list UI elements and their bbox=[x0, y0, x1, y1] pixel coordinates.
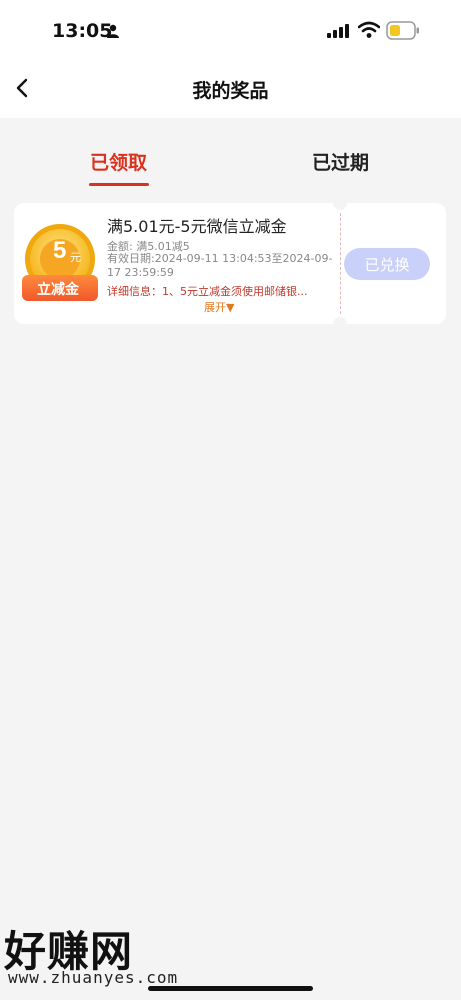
expand-button[interactable]: 展开▼ bbox=[204, 299, 234, 315]
coin-label: 立减金 bbox=[37, 282, 79, 298]
wifi-icon bbox=[358, 21, 380, 38]
page-title: 我的奖品 bbox=[192, 80, 269, 102]
tab-bar: 已领取 已过期 bbox=[0, 118, 461, 190]
coupon-card[interactable]: 5 元 立减金 满5.01元-5元微信立减金 金额: 满5.01减5 有效日期:… bbox=[14, 196, 446, 331]
coin-value: 5 bbox=[53, 237, 67, 264]
coupon-divider bbox=[340, 213, 341, 314]
watermark-url: www.zhuanyes.com bbox=[8, 968, 179, 987]
coupon-validity: 有效日期:2024-09-11 13:04:53至2024-09-17 23:5… bbox=[107, 252, 333, 279]
coupon-notch-top bbox=[333, 196, 347, 210]
redeemed-button[interactable]: 已兑换 bbox=[344, 248, 430, 280]
tab-expired[interactable]: 已过期 bbox=[312, 148, 369, 175]
tab-received[interactable]: 已领取 bbox=[90, 148, 147, 175]
top-area: 13:05 我的奖品 bbox=[0, 0, 461, 118]
nav-bar: 我的奖品 bbox=[0, 62, 461, 118]
coin-unit: 元 bbox=[70, 251, 81, 264]
battery-icon bbox=[386, 21, 419, 40]
status-time: 13:05 bbox=[52, 20, 113, 42]
person-icon bbox=[107, 24, 119, 38]
coin-badge: 5 元 立减金 bbox=[20, 223, 100, 305]
coupon-detail: 详细信息：1、5元立减金须使用邮储银... bbox=[107, 285, 308, 298]
watermark: 好赚网 www.zhuanyes.com bbox=[4, 918, 204, 990]
coupon-title: 满5.01元-5元微信立减金 bbox=[107, 217, 287, 236]
coupon-notch-bottom bbox=[333, 317, 347, 331]
active-tab-underline bbox=[89, 183, 149, 186]
home-indicator[interactable] bbox=[148, 986, 313, 991]
status-bar: 13:05 bbox=[0, 0, 461, 62]
signal-icon bbox=[327, 24, 349, 38]
